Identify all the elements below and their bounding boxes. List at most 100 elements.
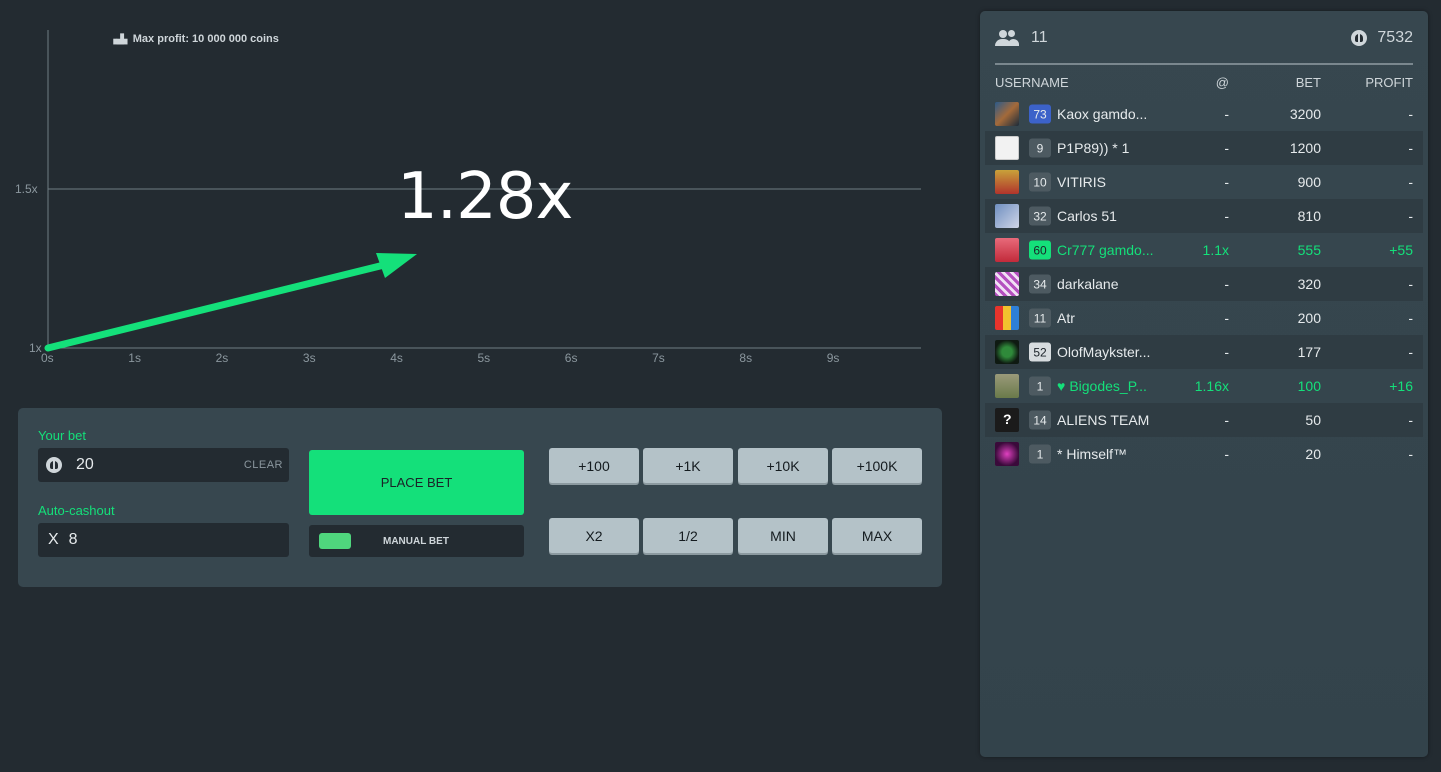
cashout-at-cell: 1.1x xyxy=(1202,242,1229,258)
table-row[interactable]: 1 * Himself™ - 20 - xyxy=(985,437,1423,471)
x-tick-label: 0s xyxy=(41,351,54,365)
avatar[interactable] xyxy=(995,272,1019,296)
username-cell[interactable]: ALIENS TEAM xyxy=(1057,412,1149,428)
bet-cell: 3200 xyxy=(1289,106,1321,122)
username-text[interactable]: Bigodes_P... xyxy=(1069,378,1147,394)
add-10k-button[interactable]: +10K xyxy=(738,448,828,483)
col-username: USERNAME xyxy=(995,75,1069,90)
username-cell[interactable]: P1P89)) * 1 xyxy=(1057,140,1129,156)
avatar[interactable] xyxy=(995,340,1019,364)
username-text[interactable]: Kaox gamdo... xyxy=(1057,106,1147,122)
auto-cashout-field[interactable]: X 8 xyxy=(38,523,289,557)
avatar[interactable]: ? xyxy=(995,408,1019,432)
bet-cell: 20 xyxy=(1305,446,1321,462)
avatar[interactable] xyxy=(995,136,1019,160)
cashout-at-cell: - xyxy=(1224,276,1229,292)
table-row[interactable]: 52 OlofMaykster... - 177 - xyxy=(985,335,1423,369)
online-count: 11 xyxy=(1031,29,1048,46)
manual-bet-switch[interactable]: MANUAL BET xyxy=(309,525,524,557)
avatar[interactable] xyxy=(995,238,1019,262)
avatar[interactable] xyxy=(995,306,1019,330)
cashout-at-cell: - xyxy=(1224,174,1229,190)
level-badge: 14 xyxy=(1029,410,1051,430)
avatar[interactable] xyxy=(995,442,1019,466)
x-tick-label: 7s xyxy=(652,351,665,365)
table-row[interactable]: 60 Cr777 gamdo... 1.1x 555 +55 xyxy=(985,233,1423,267)
username-cell[interactable]: Kaox gamdo... xyxy=(1057,106,1147,122)
bet-panel: Your bet 20 CLEAR Auto-cashout X 8 PLACE… xyxy=(18,408,942,587)
bet-cell: 1200 xyxy=(1289,140,1321,156)
table-row[interactable]: 34 darkalane - 320 - xyxy=(985,267,1423,301)
username-text[interactable]: ALIENS TEAM xyxy=(1057,412,1149,428)
coin-icon xyxy=(46,457,62,473)
level-badge: 9 xyxy=(1029,138,1051,158)
auto-cashout-prefix: X xyxy=(48,531,59,548)
username-cell[interactable]: Atr xyxy=(1057,310,1075,326)
username-text[interactable]: * Himself™ xyxy=(1057,446,1127,462)
username-cell[interactable]: OlofMaykster... xyxy=(1057,344,1150,360)
heart-icon: ♥ xyxy=(1057,378,1066,394)
username-text[interactable]: VITIRIS xyxy=(1057,174,1106,190)
username-text[interactable]: darkalane xyxy=(1057,276,1119,292)
avatar[interactable] xyxy=(995,170,1019,194)
crash-graph: 1.5x 1x 0s 1s 2s 3s 4s 5s 6s 7s 8s 9s ▗▟▖ Max pro… xyxy=(0,0,960,380)
bet-amount-value[interactable]: 20 xyxy=(76,456,94,474)
half-bet-button[interactable]: 1/2 xyxy=(643,518,733,553)
username-cell[interactable]: darkalane xyxy=(1057,276,1119,292)
multiplier-arrowhead xyxy=(376,253,417,278)
table-row[interactable]: 9 P1P89)) * 1 - 1200 - xyxy=(985,131,1423,165)
x-tick-label: 5s xyxy=(478,351,491,365)
table-header: USERNAME @ BET PROFIT xyxy=(995,75,1413,91)
coin-icon xyxy=(1351,30,1368,46)
double-bet-button[interactable]: X2 xyxy=(549,518,639,553)
min-bet-button[interactable]: MIN xyxy=(738,518,828,553)
users-icon xyxy=(995,30,1019,46)
username-cell[interactable]: ♥ Bigodes_P... xyxy=(1057,378,1147,394)
x-tick-label: 8s xyxy=(739,351,752,365)
username-cell[interactable]: VITIRIS xyxy=(1057,174,1106,190)
profit-cell: - xyxy=(1408,276,1413,292)
cashout-at-cell: - xyxy=(1224,140,1229,156)
table-row[interactable]: 11 Atr - 200 - xyxy=(985,301,1423,335)
max-bet-button[interactable]: MAX xyxy=(832,518,922,553)
clear-button[interactable]: CLEAR xyxy=(244,459,283,471)
username-text[interactable]: OlofMaykster... xyxy=(1057,344,1150,360)
table-row[interactable]: ? 14 ALIENS TEAM - 50 - xyxy=(985,403,1423,437)
username-cell[interactable]: * Himself™ xyxy=(1057,446,1127,462)
your-bet-label: Your bet xyxy=(38,428,86,443)
auto-cashout-value[interactable]: 8 xyxy=(69,531,78,549)
profit-cell: +16 xyxy=(1389,378,1413,394)
username-cell[interactable]: Cr777 gamdo... xyxy=(1057,242,1154,258)
profit-cell: +55 xyxy=(1389,242,1413,258)
place-bet-button[interactable]: PLACE BET xyxy=(309,450,524,515)
bet-cell: 177 xyxy=(1297,344,1321,360)
profit-cell: - xyxy=(1408,140,1413,156)
level-badge: 73 xyxy=(1029,104,1051,124)
username-text[interactable]: Atr xyxy=(1057,310,1075,326)
level-badge: 34 xyxy=(1029,274,1051,294)
avatar[interactable] xyxy=(995,204,1019,228)
bet-amount-field[interactable]: 20 CLEAR xyxy=(38,448,289,482)
add-1k-button[interactable]: +1K xyxy=(643,448,733,483)
username-cell[interactable]: Carlos 51 xyxy=(1057,208,1117,224)
table-row[interactable]: 73 Kaox gamdo... - 3200 - xyxy=(985,97,1423,131)
username-text[interactable]: P1P89)) * 1 xyxy=(1057,140,1129,156)
avatar[interactable] xyxy=(995,102,1019,126)
username-text[interactable]: Carlos 51 xyxy=(1057,208,1117,224)
level-badge: 32 xyxy=(1029,206,1051,226)
avatar[interactable] xyxy=(995,374,1019,398)
x-tick-label: 1s xyxy=(128,351,141,365)
add-100k-button[interactable]: +100K xyxy=(832,448,922,483)
table-row[interactable]: 32 Carlos 51 - 810 - xyxy=(985,199,1423,233)
profit-cell: - xyxy=(1408,412,1413,428)
username-text[interactable]: Cr777 gamdo... xyxy=(1057,242,1154,258)
manual-bet-toggle[interactable] xyxy=(319,533,351,549)
level-badge: 52 xyxy=(1029,342,1051,362)
cashout-at-cell: - xyxy=(1224,412,1229,428)
trophy-icon: ▗▟▖ xyxy=(110,33,131,44)
add-100-button[interactable]: +100 xyxy=(549,448,639,483)
table-row[interactable]: 10 VITIRIS - 900 - xyxy=(985,165,1423,199)
table-row[interactable]: 1 ♥ Bigodes_P... 1.16x 100 +16 xyxy=(985,369,1423,403)
cashout-at-cell: - xyxy=(1224,310,1229,326)
col-at: @ xyxy=(1215,75,1229,90)
